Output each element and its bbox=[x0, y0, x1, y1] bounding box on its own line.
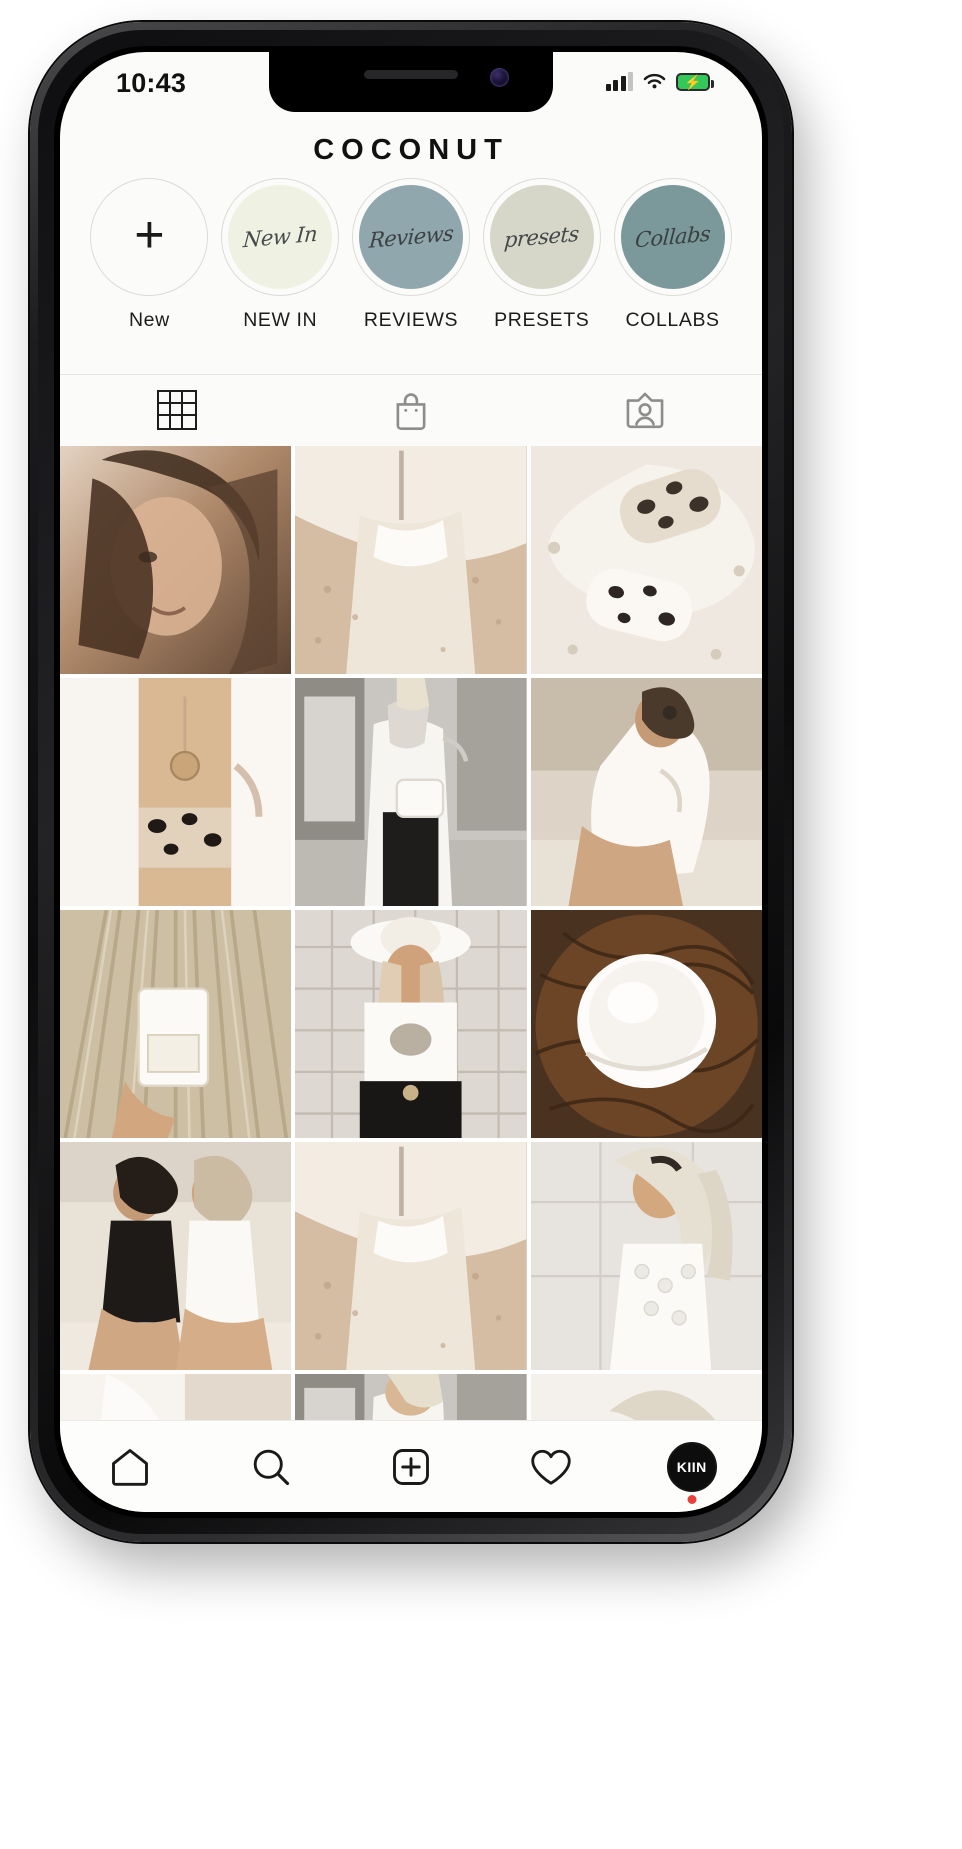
highlight-ring: Collabs bbox=[613, 178, 732, 296]
story-highlight-icon: presets bbox=[489, 185, 594, 289]
highlight-label: PRESETS bbox=[494, 309, 590, 331]
phone-frame: 10:43 ⚡ COCONUT + New New In NEW IN Revi… bbox=[30, 22, 792, 1542]
nav-search[interactable] bbox=[226, 1435, 316, 1499]
nav-profile[interactable]: KIIN bbox=[647, 1435, 737, 1504]
story-highlight-icon: Reviews bbox=[358, 185, 463, 289]
tagged-user-icon bbox=[624, 390, 666, 432]
story-highlights-row: + New New In NEW IN Reviews REVIEWS pres… bbox=[60, 178, 762, 368]
battery-charging-icon: ⚡ bbox=[676, 72, 714, 91]
home-icon bbox=[108, 1445, 152, 1489]
highlight-cover-text: Collabs bbox=[634, 221, 711, 253]
bottom-navigation-bar: KIIN bbox=[60, 1420, 762, 1512]
front-camera-icon bbox=[490, 68, 509, 87]
status-bar-time: 10:43 bbox=[116, 68, 187, 98]
story-highlight-icon: New In bbox=[228, 185, 333, 289]
phone-screen: 10:43 ⚡ COCONUT + New New In NEW IN Revi… bbox=[60, 52, 762, 1512]
grid-post[interactable] bbox=[60, 1374, 292, 1420]
highlight-new[interactable]: + New bbox=[84, 178, 215, 332]
page-title: COCONUT bbox=[313, 134, 509, 166]
highlight-cover-text: New In bbox=[242, 221, 319, 253]
avatar-icon: KIIN bbox=[666, 1441, 717, 1492]
photo-grid[interactable] bbox=[60, 446, 762, 1420]
screenshot-root: 10:43 ⚡ COCONUT + New New In NEW IN Revi… bbox=[0, 0, 962, 1849]
grid-post[interactable] bbox=[60, 446, 292, 674]
grid-post[interactable] bbox=[295, 678, 527, 906]
search-icon bbox=[249, 1445, 293, 1489]
grid-post[interactable] bbox=[60, 678, 292, 906]
grid-post[interactable] bbox=[530, 678, 762, 906]
nav-create[interactable] bbox=[366, 1435, 456, 1499]
add-highlight-bubble: + bbox=[97, 185, 202, 289]
highlight-cover-text: Reviews bbox=[368, 221, 454, 253]
shopping-bag-icon bbox=[391, 390, 431, 432]
grid-post[interactable] bbox=[295, 910, 527, 1138]
cellular-bars-icon bbox=[605, 72, 633, 91]
highlight-ring: New In bbox=[221, 178, 340, 296]
nav-home[interactable] bbox=[85, 1435, 175, 1499]
highlight-collabs[interactable]: Collabs COLLABS bbox=[607, 178, 738, 332]
tab-shop[interactable] bbox=[294, 375, 528, 446]
highlight-cover-text: presets bbox=[503, 221, 580, 253]
wifi-icon bbox=[642, 72, 667, 91]
status-bar-indicators: ⚡ bbox=[605, 72, 714, 91]
highlight-label: REVIEWS bbox=[363, 309, 459, 331]
highlight-label: COLLABS bbox=[625, 309, 720, 331]
grid-icon bbox=[157, 389, 197, 430]
story-highlight-icon: Collabs bbox=[620, 185, 725, 289]
profile-tabs bbox=[60, 374, 762, 446]
grid-post[interactable] bbox=[60, 1142, 292, 1370]
highlight-label: NEW IN bbox=[243, 309, 318, 331]
grid-post[interactable] bbox=[530, 1374, 762, 1420]
earpiece-speaker-icon bbox=[364, 70, 458, 79]
highlight-label: New bbox=[128, 309, 170, 331]
phone-bezel: 10:43 ⚡ COCONUT + New New In NEW IN Revi… bbox=[54, 46, 768, 1518]
tab-grid[interactable] bbox=[60, 375, 294, 446]
highlight-ring: + bbox=[90, 178, 209, 296]
tab-tagged[interactable] bbox=[528, 375, 762, 446]
grid-post[interactable] bbox=[530, 910, 762, 1138]
nav-activity[interactable] bbox=[506, 1435, 596, 1499]
grid-post[interactable] bbox=[530, 1142, 762, 1370]
highlight-presets[interactable]: presets PRESETS bbox=[476, 178, 607, 332]
heart-icon bbox=[528, 1445, 574, 1489]
grid-post[interactable] bbox=[60, 910, 292, 1138]
device-notch bbox=[269, 52, 553, 112]
phone-rim: 10:43 ⚡ COCONUT + New New In NEW IN Revi… bbox=[38, 30, 784, 1534]
grid-post[interactable] bbox=[295, 1374, 527, 1420]
highlight-reviews[interactable]: Reviews REVIEWS bbox=[346, 178, 477, 332]
grid-post[interactable] bbox=[295, 446, 527, 674]
highlight-ring: Reviews bbox=[351, 178, 470, 296]
plus-square-icon bbox=[389, 1445, 433, 1489]
highlight-new-in[interactable]: New In NEW IN bbox=[215, 178, 346, 332]
highlight-ring: presets bbox=[482, 178, 601, 296]
avatar[interactable]: KIIN bbox=[666, 1441, 717, 1504]
grid-post[interactable] bbox=[295, 1142, 527, 1370]
grid-post[interactable] bbox=[530, 446, 762, 674]
plus-icon: + bbox=[134, 206, 165, 265]
notification-badge bbox=[687, 1494, 697, 1504]
